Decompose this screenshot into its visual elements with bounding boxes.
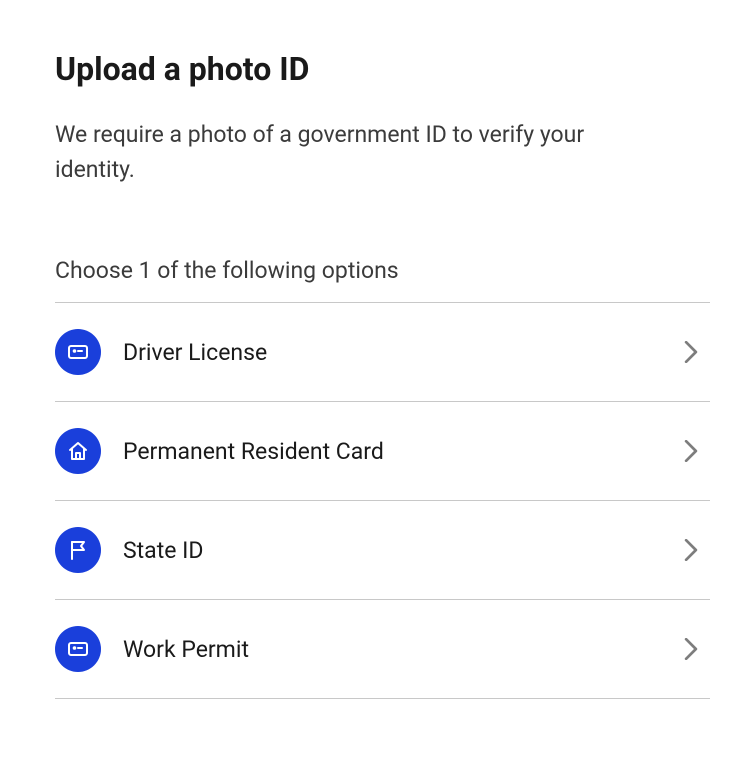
page-title: Upload a photo ID bbox=[55, 50, 710, 88]
section-label: Choose 1 of the following options bbox=[55, 257, 710, 284]
id-card-icon bbox=[55, 329, 101, 375]
option-label: Permanent Resident Card bbox=[123, 438, 684, 465]
chevron-right-icon bbox=[684, 440, 698, 462]
chevron-right-icon bbox=[684, 638, 698, 660]
option-label: Driver License bbox=[123, 339, 684, 366]
page-description: We require a photo of a government ID to… bbox=[55, 118, 655, 187]
option-driver-license[interactable]: Driver License bbox=[55, 303, 710, 402]
id-card-icon bbox=[55, 626, 101, 672]
option-list: Driver License Permanent Resident Card S… bbox=[55, 302, 710, 699]
chevron-right-icon bbox=[684, 539, 698, 561]
option-permanent-resident-card[interactable]: Permanent Resident Card bbox=[55, 402, 710, 501]
chevron-right-icon bbox=[684, 341, 698, 363]
option-label: Work Permit bbox=[123, 636, 684, 663]
option-state-id[interactable]: State ID bbox=[55, 501, 710, 600]
flag-icon bbox=[55, 527, 101, 573]
option-work-permit[interactable]: Work Permit bbox=[55, 600, 710, 699]
option-label: State ID bbox=[123, 537, 684, 564]
home-icon bbox=[55, 428, 101, 474]
